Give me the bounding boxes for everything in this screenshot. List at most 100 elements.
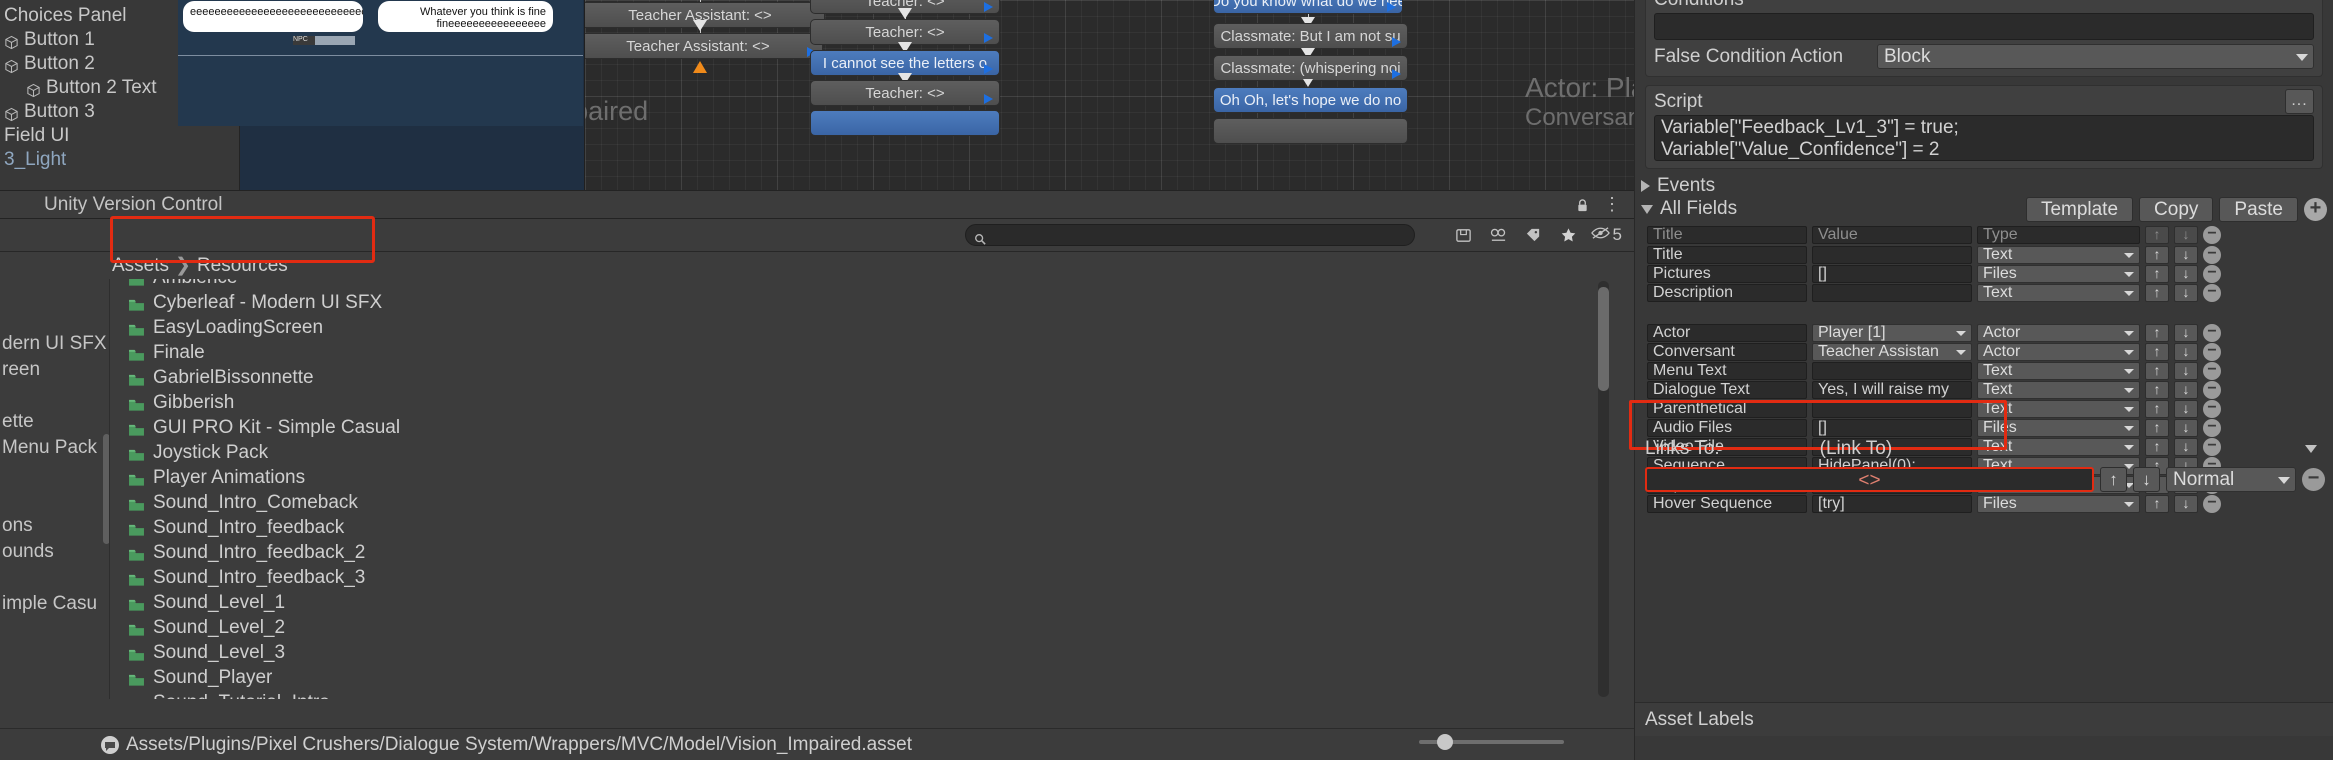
remove-field-button[interactable]: − xyxy=(2203,418,2221,437)
tree-item[interactable]: ons xyxy=(0,513,109,539)
move-field-down-button[interactable]: ↓ xyxy=(2174,245,2198,264)
tree-scrollbar[interactable] xyxy=(103,434,109,544)
field-title-input[interactable]: Parenthetical xyxy=(1647,399,1807,418)
script-menu-button[interactable]: ... xyxy=(2285,89,2314,114)
field-value-input[interactable] xyxy=(1812,399,1972,418)
move-field-up-button[interactable]: ↑ xyxy=(2145,361,2169,380)
asset-row[interactable]: Sound_Intro_feedback_3 xyxy=(110,565,1615,590)
asset-list-scrollbar[interactable] xyxy=(1598,281,1609,697)
breadcrumb-item-resources[interactable]: Resources xyxy=(197,255,288,277)
asset-row[interactable]: GUI PRO Kit - Simple Casual xyxy=(110,415,1615,440)
field-type-dropdown[interactable]: Text xyxy=(1977,399,2140,418)
asset-row[interactable]: Ambience xyxy=(110,279,1615,290)
remove-field-button[interactable]: − xyxy=(2203,245,2221,264)
field-value-input[interactable] xyxy=(1812,283,1972,302)
asset-row[interactable]: Sound_Intro_feedback xyxy=(110,515,1615,540)
tree-item[interactable]: imple Casu xyxy=(0,591,109,617)
filter-by-type-icon[interactable] xyxy=(1486,223,1512,247)
tab-unity-version-control[interactable]: Unity Version Control xyxy=(44,194,222,216)
asset-row[interactable]: Joystick Pack xyxy=(110,440,1615,465)
add-field-button[interactable]: + xyxy=(2304,197,2327,221)
graph-node[interactable]: Teacher: <> xyxy=(810,80,1000,106)
asset-row[interactable]: Sound_Intro_feedback_2 xyxy=(110,540,1615,565)
move-field-down-button[interactable]: ↓ xyxy=(2174,342,2198,361)
remove-field-button[interactable]: − xyxy=(2203,399,2221,418)
remove-field-button[interactable]: − xyxy=(2203,283,2221,302)
field-type-dropdown[interactable]: Text xyxy=(1977,380,2140,399)
tree-item[interactable] xyxy=(0,383,109,409)
move-field-down-button[interactable]: ↓ xyxy=(2174,264,2198,283)
move-field-down-button[interactable]: ↓ xyxy=(2174,494,2198,513)
copy-button[interactable]: Copy xyxy=(2139,196,2214,222)
asset-list[interactable]: Ambience Cyberleaf - Modern UI SFX EasyL… xyxy=(110,279,1615,699)
field-title-input[interactable]: Description xyxy=(1647,283,1807,302)
move-field-up-button[interactable]: ↑ xyxy=(2145,418,2169,437)
move-field-up-button[interactable]: ↑ xyxy=(2145,323,2169,342)
move-field-down-button[interactable]: ↓ xyxy=(2174,361,2198,380)
tree-item[interactable] xyxy=(0,279,109,305)
link-priority-dropdown[interactable]: Normal xyxy=(2166,467,2296,492)
link-move-up-button[interactable]: ↑ xyxy=(2100,467,2127,492)
move-field-up-button[interactable]: ↑ xyxy=(2145,283,2169,302)
field-value-input[interactable]: [] xyxy=(1812,418,1972,437)
asset-row[interactable]: Sound_Intro_Comeback xyxy=(110,490,1615,515)
tree-item[interactable] xyxy=(0,461,109,487)
link-entry-field[interactable]: <> xyxy=(1645,467,2094,492)
remove-field-button[interactable]: − xyxy=(2203,342,2221,361)
graph-node[interactable] xyxy=(810,110,1000,136)
field-title-input[interactable]: Actor xyxy=(1647,323,1807,342)
play-node-icon[interactable] xyxy=(1392,69,1401,79)
conditions-input[interactable] xyxy=(1654,13,2314,40)
zoom-slider-handle[interactable] xyxy=(1437,734,1453,750)
move-field-down-button[interactable]: ↓ xyxy=(2174,283,2198,302)
move-field-up-button[interactable]: ↑ xyxy=(2145,399,2169,418)
game-view-panel[interactable]: eeeeeeeeeeeeeeeeeeeeeeeeeeeeeeeeeeeeee W… xyxy=(178,0,585,190)
asset-row[interactable]: Sound_Level_2 xyxy=(110,615,1615,640)
remove-field-button[interactable]: − xyxy=(2203,323,2221,342)
asset-row[interactable]: Sound_Player xyxy=(110,665,1615,690)
field-title-input[interactable]: Conversant xyxy=(1647,342,1807,361)
lock-icon[interactable] xyxy=(1576,197,1589,212)
graph-node[interactable] xyxy=(1213,118,1408,144)
field-value-input[interactable]: [] xyxy=(1812,264,1972,283)
tree-item[interactable] xyxy=(0,565,109,591)
field-value-input[interactable] xyxy=(1812,245,1972,264)
field-value-input[interactable] xyxy=(1812,361,1972,380)
field-title-input[interactable]: Pictures xyxy=(1647,264,1807,283)
asset-row[interactable]: Sound_Tutorial_Intro xyxy=(110,690,1615,700)
graph-node[interactable]: Oh Oh, let's hope we do no xyxy=(1213,87,1408,113)
field-title-input[interactable]: Title xyxy=(1647,245,1807,264)
move-field-down-button[interactable]: ↓ xyxy=(2174,399,2198,418)
template-button[interactable]: Template xyxy=(2025,196,2134,222)
field-title-input[interactable]: Dialogue Text xyxy=(1647,380,1807,399)
field-type-dropdown[interactable]: Files xyxy=(1977,494,2140,513)
tree-item[interactable]: Menu Pack xyxy=(0,435,109,461)
field-type-dropdown[interactable]: Text xyxy=(1977,283,2140,302)
link-move-down-button[interactable]: ↓ xyxy=(2133,467,2160,492)
asset-row[interactable]: Cyberleaf - Modern UI SFX xyxy=(110,290,1615,315)
move-field-down-button[interactable]: ↓ xyxy=(2174,323,2198,342)
save-search-icon[interactable] xyxy=(1451,223,1477,247)
field-type-dropdown[interactable]: Actor xyxy=(1977,323,2140,342)
asset-row[interactable]: Player Animations xyxy=(110,465,1615,490)
field-value-dropdown[interactable]: Teacher Assistan xyxy=(1812,342,1972,361)
graph-node[interactable]: Classmate: But I am not su xyxy=(1213,23,1408,49)
all-fields-foldout[interactable]: All Fields Template Copy Paste + xyxy=(1635,196,2333,222)
asset-row[interactable]: Gibberish xyxy=(110,390,1615,415)
play-node-icon[interactable] xyxy=(984,64,993,74)
tree-item[interactable]: dern UI SFX xyxy=(0,331,109,357)
asset-row[interactable]: Sound_Level_1 xyxy=(110,590,1615,615)
breadcrumb-item-assets[interactable]: Assets xyxy=(112,255,169,277)
hierarchy-item-field-ui[interactable]: Field UI xyxy=(0,124,239,148)
field-type-dropdown[interactable]: Files xyxy=(1977,418,2140,437)
label-icon[interactable] xyxy=(1521,223,1547,247)
tree-item[interactable]: reen xyxy=(0,357,109,383)
remove-field-button[interactable]: − xyxy=(2203,264,2221,283)
graph-node[interactable]: Classmate: (whispering noi xyxy=(1213,55,1408,81)
events-foldout[interactable]: Events xyxy=(1635,175,2333,197)
remove-field-button[interactable]: − xyxy=(2203,380,2221,399)
asset-row[interactable]: EasyLoadingScreen xyxy=(110,315,1615,340)
graph-node[interactable]: Teacher Assistant: <> xyxy=(585,33,823,59)
tree-item[interactable] xyxy=(0,305,109,331)
field-value-input[interactable]: [try] xyxy=(1812,494,1972,513)
